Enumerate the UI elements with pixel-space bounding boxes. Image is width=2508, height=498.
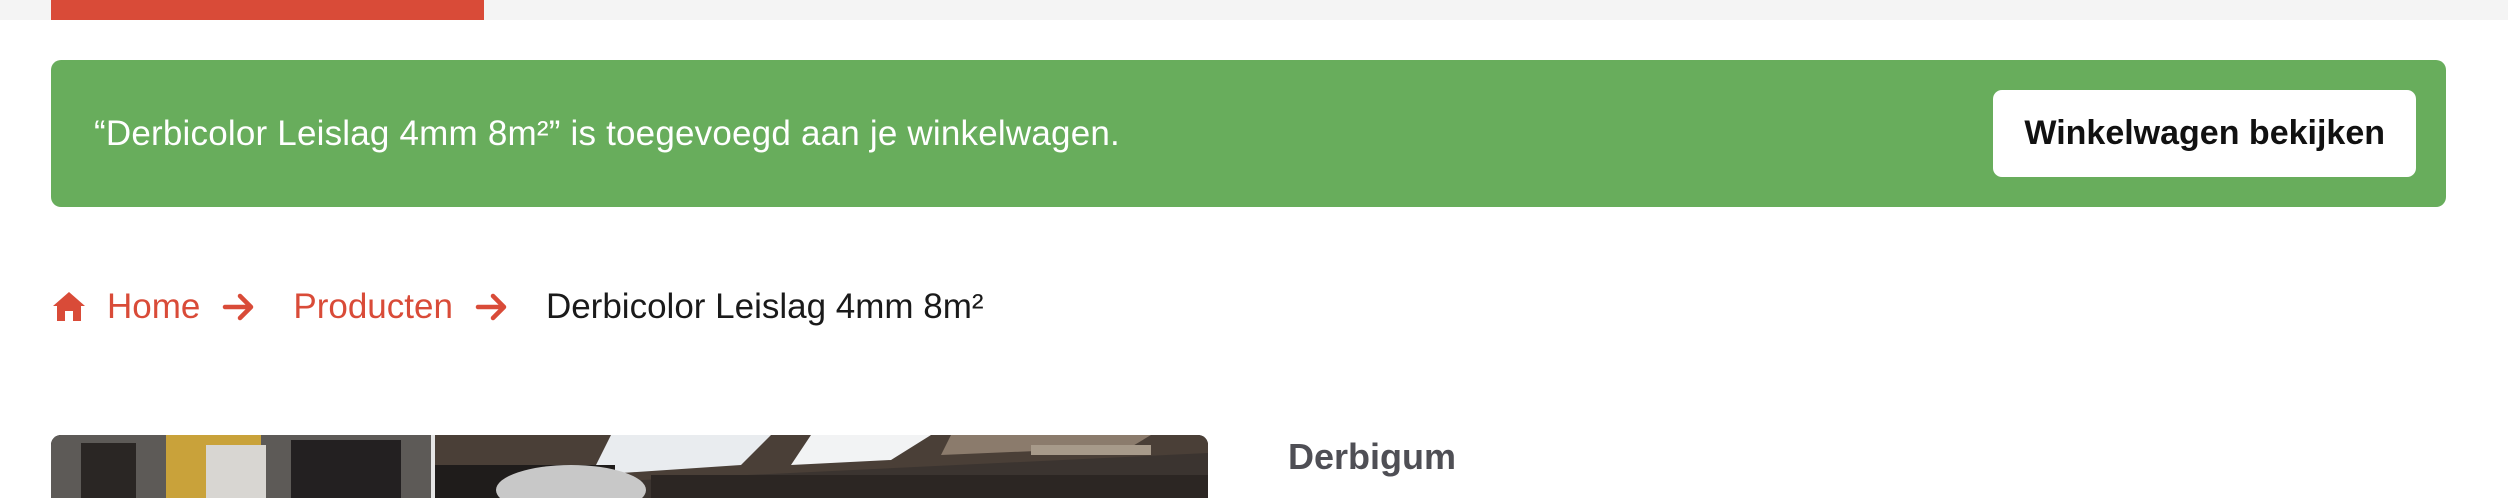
product-image[interactable] [51,435,1208,498]
breadcrumb-products-link[interactable]: Producten [293,287,453,327]
arrow-right-icon [221,289,257,325]
home-icon[interactable] [51,289,87,325]
cart-notice-message: “Derbicolor Leislag 4mm 8m²” is toegevoe… [94,113,1120,153]
breadcrumb-current: Derbicolor Leislag 4mm 8m² [545,287,984,326]
cart-notice: “Derbicolor Leislag 4mm 8m²” is toegevoe… [51,60,2446,207]
breadcrumb: Home Producten Derbicolor Leislag 4mm 8m… [51,282,984,332]
active-tab-indicator [51,0,484,20]
arrow-right-icon [474,289,510,325]
view-cart-button[interactable]: Winkelwagen bekijken [1993,90,2416,177]
product-brand[interactable]: Derbigum [1288,436,1456,478]
breadcrumb-home-link[interactable]: Home [107,287,200,327]
